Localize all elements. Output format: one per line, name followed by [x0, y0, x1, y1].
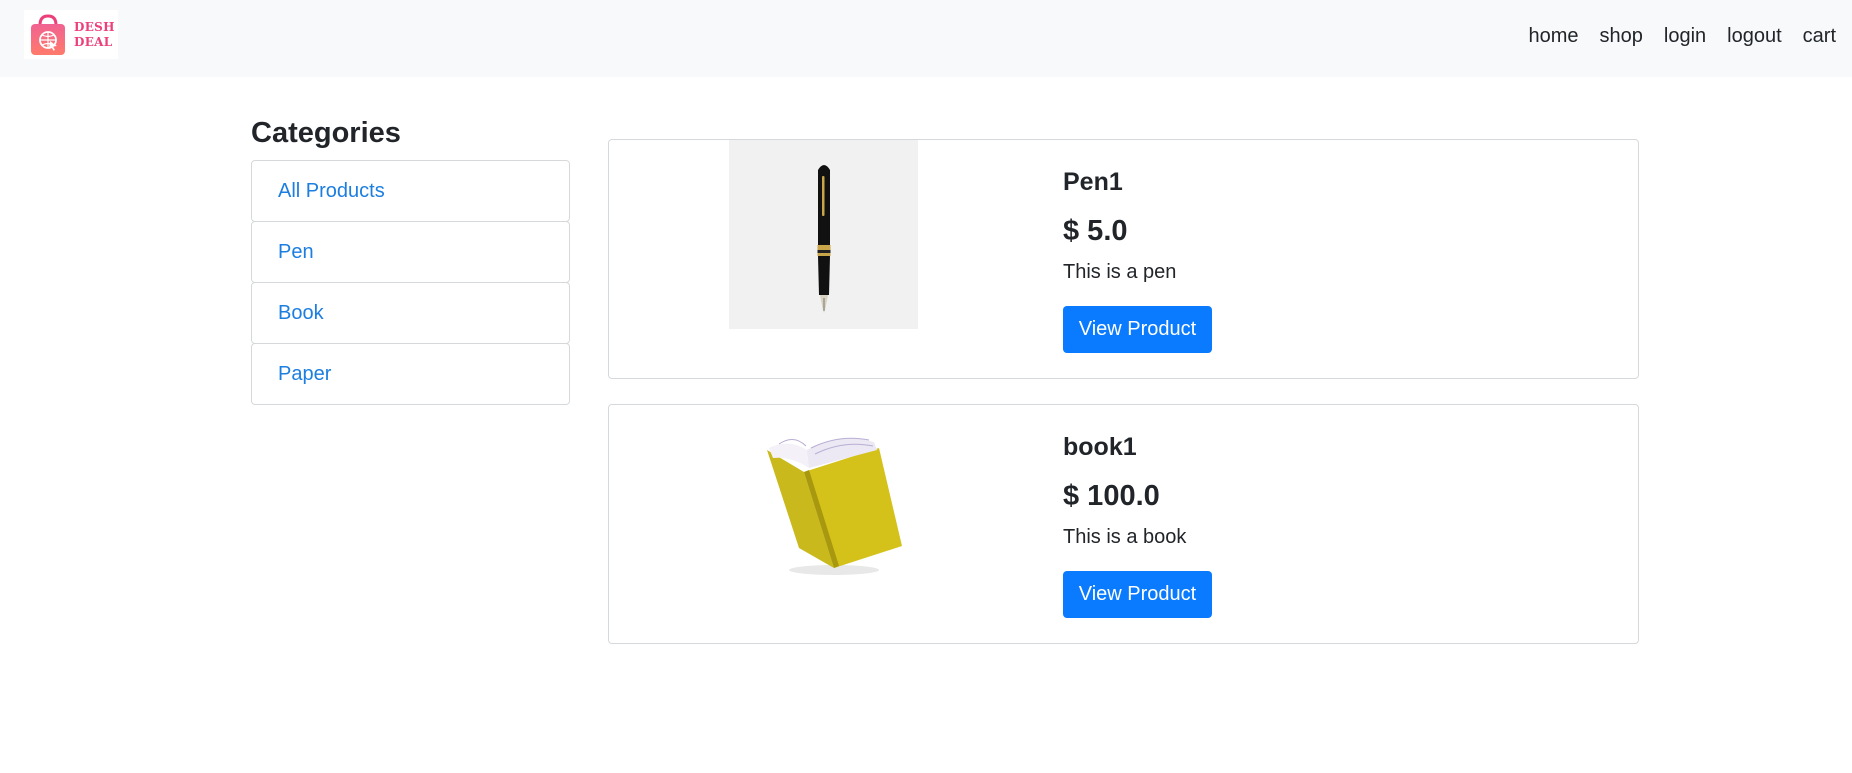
- shopping-bag-icon: [31, 13, 65, 55]
- category-pen[interactable]: Pen: [251, 221, 570, 283]
- view-product-button[interactable]: View Product: [1063, 306, 1212, 353]
- fountain-pen-icon: [817, 164, 830, 313]
- category-all-products[interactable]: All Products: [251, 160, 570, 222]
- book-icon: [766, 437, 902, 575]
- category-book[interactable]: Book: [251, 282, 570, 344]
- product-description: This is a book: [1063, 526, 1187, 548]
- nav-link-login[interactable]: login: [1664, 22, 1706, 50]
- product-description: This is a pen: [1063, 261, 1177, 283]
- brand-logo[interactable]: DESH DEAL: [24, 10, 118, 59]
- product-price: $ 5.0: [1063, 215, 1128, 247]
- nav-link-shop[interactable]: shop: [1600, 22, 1643, 50]
- brand-name-line1: DESH: [74, 19, 115, 34]
- categories-list: All Products Pen Book Paper: [251, 160, 570, 405]
- product-name: Pen1: [1063, 168, 1123, 196]
- nav-link-logout[interactable]: logout: [1727, 22, 1782, 50]
- view-product-button[interactable]: View Product: [1063, 571, 1212, 618]
- product-card: Pen1 $ 5.0 This is a pen View Product: [608, 139, 1639, 379]
- nav-link-cart[interactable]: cart: [1803, 22, 1836, 50]
- category-paper[interactable]: Paper: [251, 343, 570, 405]
- product-image[interactable]: [729, 405, 918, 594]
- product-price: $ 100.0: [1063, 480, 1160, 512]
- product-image[interactable]: [729, 140, 918, 329]
- navbar: DESH DEAL home shop login logout cart: [0, 0, 1852, 77]
- brand-name-line2: DEAL: [74, 34, 113, 49]
- nav-link-home[interactable]: home: [1528, 22, 1578, 50]
- product-name: book1: [1063, 433, 1137, 461]
- brand-name: DESH DEAL: [74, 20, 115, 50]
- nav-links: home shop login logout cart: [1507, 22, 1836, 50]
- product-card: book1 $ 100.0 This is a book View Produc…: [608, 404, 1639, 644]
- categories-title: Categories: [251, 117, 401, 149]
